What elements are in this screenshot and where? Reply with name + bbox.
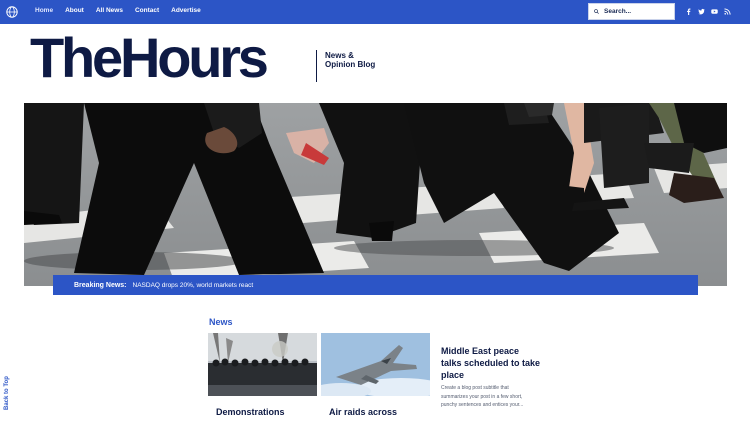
nav-contact[interactable]: Contact xyxy=(135,7,159,14)
featured-post-subtitle: Create a blog post subtitle that summari… xyxy=(441,385,524,408)
logo-divider xyxy=(316,50,317,82)
search-box[interactable] xyxy=(588,3,675,20)
demonstrations-card-title[interactable]: Demonstrations xyxy=(216,407,285,417)
youtube-icon[interactable] xyxy=(711,6,718,17)
back-to-top-label: Back to Top xyxy=(4,376,10,410)
social-links xyxy=(685,6,731,17)
breaking-news-banner: Breaking News: NASDAQ drops 20%, world m… xyxy=(53,275,698,295)
featured-post-title[interactable]: Middle East peace talks scheduled to tak… xyxy=(441,345,541,381)
news-section-title: News xyxy=(209,317,233,327)
search-icon xyxy=(594,9,599,14)
site-logo[interactable]: TheHours xyxy=(30,30,269,86)
hero-image xyxy=(24,103,727,286)
twitter-icon[interactable] xyxy=(698,6,705,17)
back-to-top-link[interactable]: Back to Top xyxy=(4,368,16,410)
breaking-news-label: Breaking News: xyxy=(74,281,127,289)
nav-home[interactable]: Home xyxy=(35,7,53,14)
breaking-news-text[interactable]: NASDAQ drops 20%, world markets react xyxy=(133,282,254,289)
rss-icon[interactable] xyxy=(724,6,731,17)
nav-advertise[interactable]: Advertise xyxy=(171,7,201,14)
top-navigation-bar: Home About All News Contact Advertise xyxy=(0,0,750,24)
main-menu: Home About All News Contact Advertise xyxy=(35,7,201,14)
search-input[interactable] xyxy=(604,8,674,15)
facebook-icon[interactable] xyxy=(685,6,692,17)
globe-icon[interactable] xyxy=(6,6,18,18)
nav-about[interactable]: About xyxy=(65,7,84,14)
demonstrations-card-image[interactable] xyxy=(208,333,317,396)
site-tagline: News & Opinion Blog xyxy=(325,51,376,69)
air-raids-card-title[interactable]: Air raids across xyxy=(329,407,397,417)
nav-all-news[interactable]: All News xyxy=(96,7,123,14)
air-raids-card-image[interactable] xyxy=(321,333,430,396)
